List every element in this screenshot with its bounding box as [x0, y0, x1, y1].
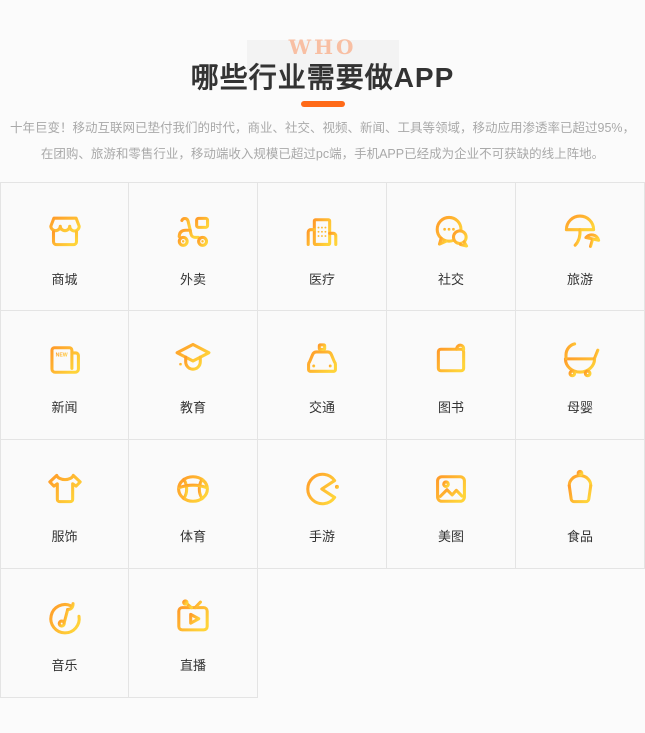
pacman-icon — [299, 466, 345, 512]
section-header: WHO 哪些行业需要做APP 十年巨变！移动互联网已垫付我们的时代，商业、社交、… — [0, 0, 645, 167]
industry-label: 医疗 — [309, 269, 335, 288]
industry-label: 母婴 — [567, 397, 593, 416]
beach-umbrella-icon — [557, 209, 603, 255]
industry-label: 社交 — [438, 269, 464, 288]
music-note-icon — [42, 595, 88, 641]
industry-label: 交通 — [309, 397, 335, 416]
industry-cell-medical: 医疗 — [258, 182, 387, 311]
industry-label: 音乐 — [51, 655, 77, 674]
title-underline — [301, 101, 345, 107]
book-icon — [428, 337, 474, 383]
newspaper-icon: NEW — [42, 337, 88, 383]
industry-label: 旅游 — [567, 269, 593, 288]
industry-grid: 商城 外卖 医疗 社交 旅游 NEW 新闻 教育 交通 图书 母婴服饰 体育 手游 美图 食品音乐 直播 — [0, 182, 645, 698]
baby-stroller-icon — [557, 337, 603, 383]
industry-cell-livestream: 直播 — [129, 569, 258, 698]
industry-cell-travel: 旅游 — [516, 182, 645, 311]
description-line-1: 十年巨变！移动互联网已垫付我们的时代，商业、社交、视频、新闻、工具等领域，移动应… — [0, 115, 645, 141]
industry-cell-takeout: 外卖 — [129, 182, 258, 311]
svg-text:NEW: NEW — [55, 352, 67, 358]
industry-cell-news: NEW 新闻 — [0, 311, 129, 440]
taxi-icon — [299, 337, 345, 383]
industry-label: 体育 — [180, 526, 206, 545]
industry-cell-books: 图书 — [387, 311, 516, 440]
basketball-icon — [170, 466, 216, 512]
cupcake-icon — [557, 466, 603, 512]
tshirt-icon — [42, 466, 88, 512]
industry-label: 图书 — [438, 397, 464, 416]
industry-label: 服饰 — [51, 526, 77, 545]
section-description: 十年巨变！移动互联网已垫付我们的时代，商业、社交、视频、新闻、工具等领域，移动应… — [0, 115, 645, 167]
description-line-2: 在团购、旅游和零售行业，移动端收入规模已超过pc端，手机APP已经成为企业不可获… — [0, 141, 645, 167]
industry-label: 商城 — [51, 269, 77, 288]
industry-label: 教育 — [180, 397, 206, 416]
industry-label: 直播 — [180, 655, 206, 674]
industry-label: 美图 — [438, 526, 464, 545]
industry-cell-social: 社交 — [387, 182, 516, 311]
industry-cell-apparel: 服饰 — [0, 440, 129, 569]
storefront-icon — [42, 209, 88, 255]
section-title: 哪些行业需要做APP — [0, 61, 645, 95]
industry-cell-photo: 美图 — [387, 440, 516, 569]
industry-cell-mobile-games: 手游 — [258, 440, 387, 569]
industry-label: 外卖 — [180, 269, 206, 288]
industry-cell-mall: 商城 — [0, 182, 129, 311]
delivery-scooter-icon — [170, 209, 216, 255]
section-eyebrow: WHO — [0, 36, 645, 58]
industry-cell-music: 音乐 — [0, 569, 129, 698]
industry-cell-sports: 体育 — [129, 440, 258, 569]
industry-cell-food: 食品 — [516, 440, 645, 569]
hospital-icon — [299, 209, 345, 255]
industry-label: 食品 — [567, 526, 593, 545]
graduation-cap-icon — [170, 337, 216, 383]
industry-cell-education: 教育 — [129, 311, 258, 440]
industry-cell-maternity: 母婴 — [516, 311, 645, 440]
live-tv-icon — [170, 595, 216, 641]
industry-label: 新闻 — [51, 397, 77, 416]
photo-icon — [428, 466, 474, 512]
chat-bubbles-icon — [428, 209, 474, 255]
industry-label: 手游 — [309, 526, 335, 545]
industry-cell-transport: 交通 — [258, 311, 387, 440]
